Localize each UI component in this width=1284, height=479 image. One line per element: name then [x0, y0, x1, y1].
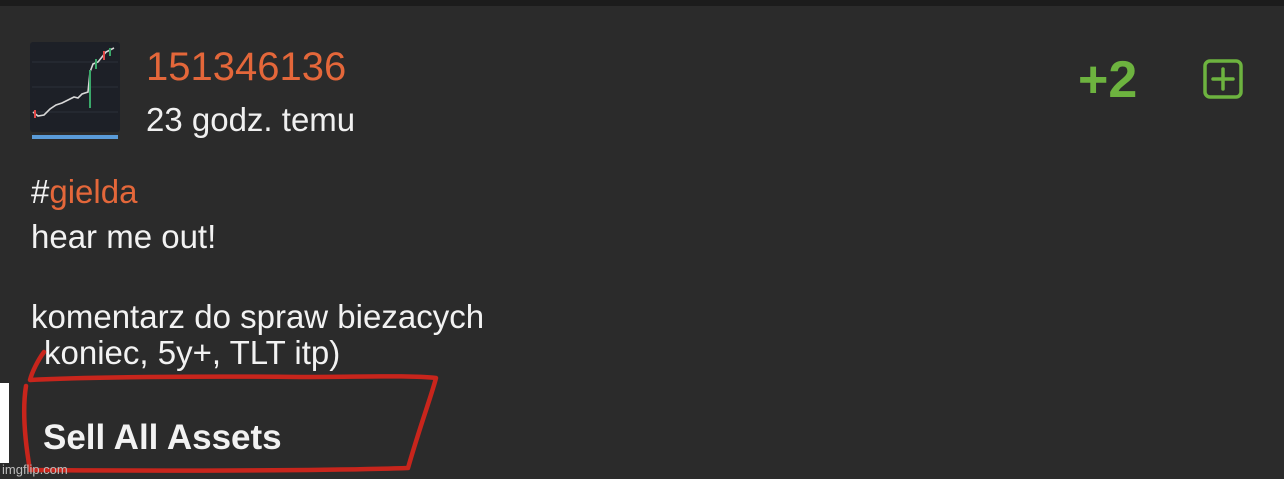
stock-chart-icon: [30, 42, 120, 139]
body-line-1: hear me out!: [31, 218, 217, 255]
plus-square-icon: [1203, 59, 1243, 99]
hash-symbol: #: [31, 173, 50, 210]
watermark-bar: [0, 383, 9, 463]
hashtag-line: #gielda: [31, 172, 137, 212]
author-username[interactable]: 151346136: [146, 44, 346, 90]
hashtag-link[interactable]: gielda: [49, 173, 137, 210]
vote-count: +2: [1078, 51, 1138, 109]
imgflip-watermark: imgflip.com: [2, 462, 68, 477]
post-card: 151346136 23 godz. temu +2 #gielda hear …: [0, 6, 1284, 479]
sell-all-assets-button[interactable]: Sell All Assets: [43, 416, 282, 460]
post-timestamp: 23 godz. temu: [146, 101, 356, 138]
upvote-button[interactable]: [1202, 58, 1244, 100]
avatar[interactable]: [30, 42, 120, 140]
screenshot-root: 151346136 23 godz. temu +2 #gielda hear …: [0, 0, 1284, 479]
body-line-2: komentarz do spraw biezacych: [31, 298, 485, 335]
